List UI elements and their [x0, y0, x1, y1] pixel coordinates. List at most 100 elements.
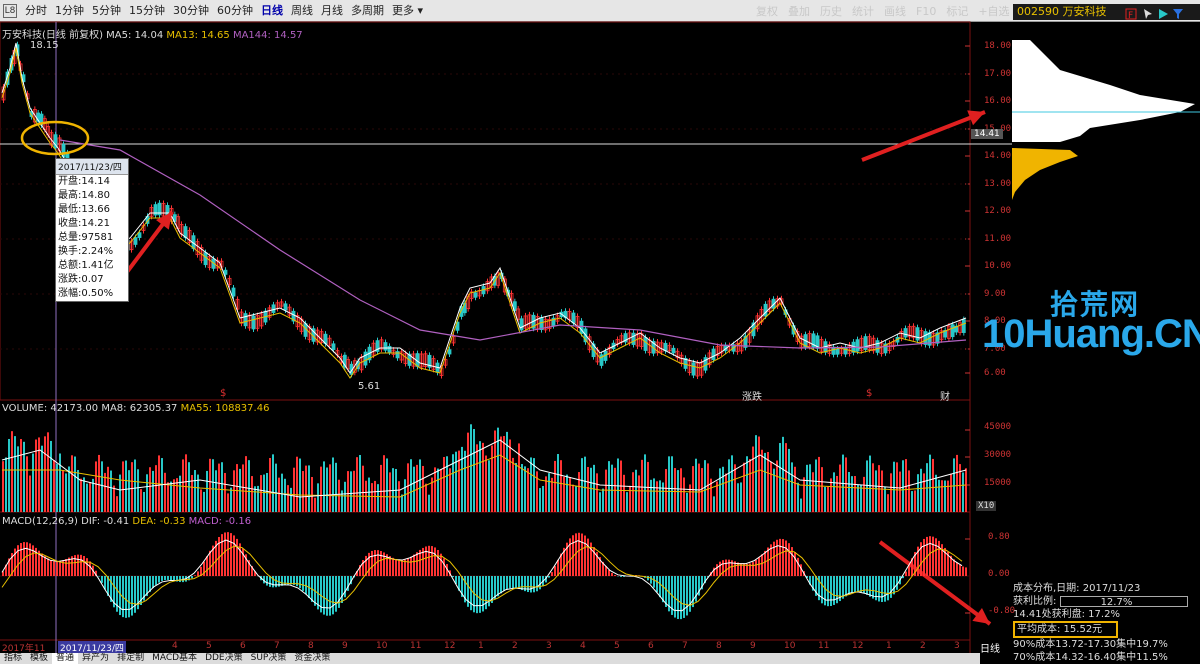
macd-bar [776, 539, 778, 576]
macd-bar [344, 576, 346, 598]
event-marker: $ [866, 388, 873, 399]
candle-body [133, 237, 138, 245]
volume-bar [149, 467, 151, 512]
macd-bar [500, 576, 502, 594]
macd-bar [296, 576, 298, 587]
month-tick: 10 [376, 641, 388, 651]
volume-bar [134, 459, 136, 512]
vol-ma55-label: MA55: 108837.46 [180, 403, 270, 414]
volume-bar [428, 494, 430, 512]
volume-bar [584, 456, 586, 512]
volume-bar [212, 459, 214, 512]
month-tick: 12 [852, 641, 864, 651]
chip-profit-row: 获利比例: 12.7% [1013, 595, 1200, 608]
volume-bar [437, 468, 439, 512]
macd-bar [437, 549, 439, 576]
macd-bar [407, 558, 409, 576]
profit-bar: 12.7% [1059, 595, 1188, 608]
macd-bar [848, 576, 850, 595]
volume-bar [410, 459, 412, 512]
volume-bar [803, 477, 805, 512]
volume-bar [908, 470, 910, 512]
volume-bar [68, 466, 70, 512]
macd-bar [611, 572, 613, 576]
macd-bar [929, 536, 931, 576]
volume-bar [545, 476, 547, 512]
macd-bar [653, 576, 655, 588]
macd-bar [131, 576, 133, 616]
macd-bar [608, 569, 610, 576]
macd-bar [209, 550, 211, 576]
tab-macd[interactable]: MACD基本 [148, 653, 201, 664]
tab-dde[interactable]: DDE决策 [201, 653, 247, 664]
macd-bar [368, 552, 370, 576]
ma13-line [1, 47, 967, 379]
macd-bar [614, 575, 616, 576]
volume-bar [287, 485, 289, 512]
candle-body [473, 292, 478, 298]
month-tick: 11 [818, 641, 830, 651]
macd-bar [206, 556, 208, 576]
volume-bar [728, 459, 730, 512]
volume-bar [872, 463, 874, 512]
candle-body [223, 269, 228, 275]
volume-bar [608, 461, 610, 512]
volume-bar [65, 473, 67, 512]
tab-sup[interactable]: SUP决策 [247, 653, 291, 664]
tab-template[interactable]: 模板 [26, 653, 52, 664]
volume-bar [695, 458, 697, 512]
volume-bar [422, 465, 424, 512]
tab-5[interactable]: 排定制 [113, 653, 148, 664]
y-tick: 10.00 [984, 261, 1012, 271]
macd-bar [620, 576, 622, 577]
volume-bar [401, 494, 403, 512]
candle-body [631, 332, 636, 345]
volume-bar [782, 436, 784, 512]
month-tick: 7 [274, 641, 280, 651]
volume-bar [863, 476, 865, 512]
macd-bar [785, 540, 787, 576]
macd-bar [821, 576, 823, 604]
macd-bar [392, 557, 394, 576]
macd-bar [932, 536, 934, 576]
y-tick: 11.00 [984, 234, 1012, 244]
candle-body [903, 328, 908, 338]
volume-bar [200, 489, 202, 512]
volume-bar [167, 482, 169, 512]
macd-bar [830, 576, 832, 607]
volume-bar [461, 446, 463, 512]
volume-bar [296, 456, 298, 512]
tab-4[interactable]: 异产为 [78, 653, 113, 664]
chip-70: 70%成本14.32-16.40集中11.5% [1013, 652, 1168, 663]
macd-bar [170, 576, 172, 581]
macd-bar [134, 576, 136, 613]
tab-fund[interactable]: 资金决策 [290, 653, 334, 664]
volume-bar [512, 457, 514, 512]
month-tick: 9 [342, 641, 348, 651]
volume-bar [764, 452, 766, 512]
macd-bar [47, 558, 49, 576]
volume-bar [845, 457, 847, 512]
chip-date: 成本分布,日期: 2017/11/23 [1013, 583, 1141, 594]
macd-label: MACD(12,26,9) [2, 516, 78, 527]
macd-bar [674, 576, 676, 618]
volume-bar [539, 488, 541, 512]
tooltip-high: 最高:14.80 [58, 190, 110, 201]
macd-bar [725, 559, 727, 576]
month-tick: 9 [750, 641, 756, 651]
volume-bar [293, 467, 295, 512]
volume-bar [956, 454, 958, 512]
volume-bar [566, 474, 568, 512]
volume-bar [386, 458, 388, 512]
volume-bar [701, 468, 703, 512]
volume-bar [731, 455, 733, 512]
tab-normal[interactable]: 普通 [52, 653, 79, 664]
volume-bar [8, 438, 10, 512]
tab-indicator[interactable]: 指标 [0, 653, 26, 664]
volume-bar [746, 456, 748, 512]
chip-distribution-info: 成本分布,日期: 2017/11/23 获利比例: 12.7% 14.41处获利… [1013, 582, 1200, 664]
macd-bar [851, 576, 853, 593]
macd-bar [485, 576, 487, 610]
candle-body [663, 342, 668, 352]
volume-bar [554, 460, 556, 512]
